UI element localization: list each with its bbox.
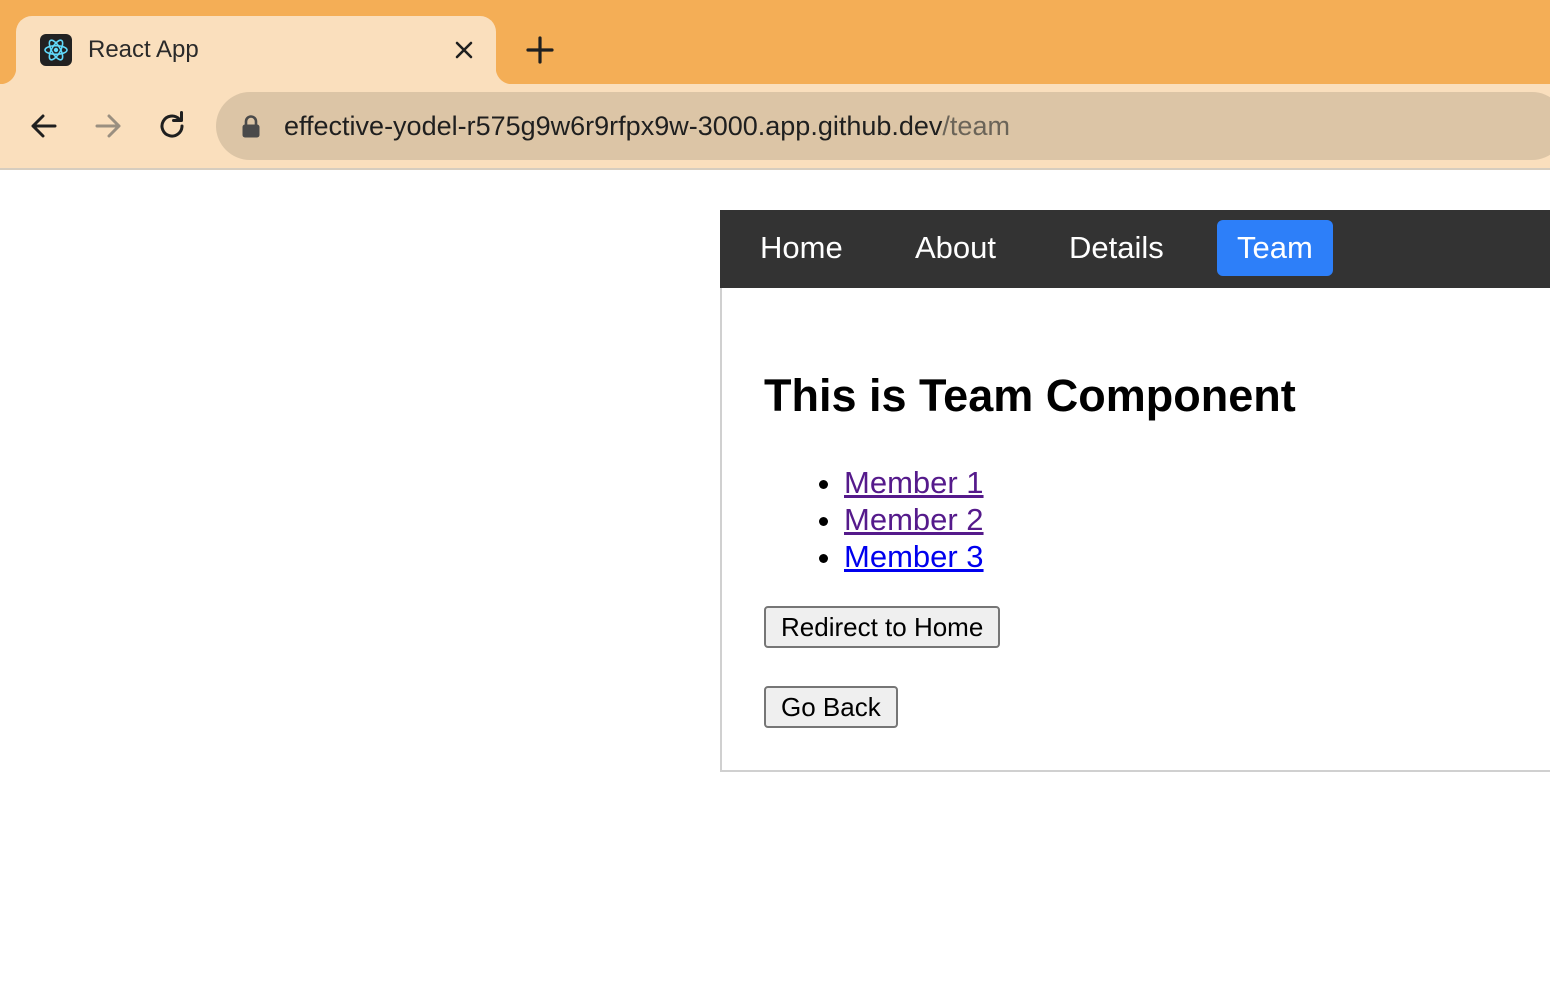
team-panel: This is Team Component Member 1 Member 2… bbox=[720, 288, 1550, 772]
nav-link-team[interactable]: Team bbox=[1217, 220, 1333, 276]
member-link-3[interactable]: Member 3 bbox=[844, 539, 984, 574]
close-icon[interactable] bbox=[450, 36, 478, 64]
url-host: effective-yodel-r575g9w6r9rfpx9w-3000.ap… bbox=[284, 111, 943, 141]
redirect-home-button[interactable]: Redirect to Home bbox=[764, 606, 1001, 648]
plus-icon[interactable] bbox=[522, 32, 558, 68]
nav-link-details[interactable]: Details bbox=[1049, 220, 1184, 276]
list-item: Member 1 bbox=[844, 464, 984, 501]
member-link-2[interactable]: Member 2 bbox=[844, 502, 984, 537]
arrow-right-icon[interactable] bbox=[86, 104, 130, 148]
app-navbar: Home About Details Team bbox=[720, 210, 1550, 288]
url-path: /team bbox=[942, 111, 1010, 141]
arrow-left-icon[interactable] bbox=[22, 104, 66, 148]
nav-link-home[interactable]: Home bbox=[740, 220, 863, 276]
member-link-1[interactable]: Member 1 bbox=[844, 465, 984, 500]
list-item: Member 2 bbox=[844, 501, 984, 538]
tab-title: React App bbox=[88, 36, 199, 63]
react-logo-icon bbox=[40, 34, 72, 66]
tab-strip: React App bbox=[0, 0, 1550, 84]
go-back-button[interactable]: Go Back bbox=[764, 686, 898, 728]
address-bar[interactable]: effective-yodel-r575g9w6r9rfpx9w-3000.ap… bbox=[216, 92, 1550, 160]
list-item: Member 3 bbox=[844, 538, 984, 575]
member-list: Member 1 Member 2 Member 3 bbox=[844, 464, 984, 575]
browser-toolbar: effective-yodel-r575g9w6r9rfpx9w-3000.ap… bbox=[0, 84, 1550, 170]
url-text[interactable]: effective-yodel-r575g9w6r9rfpx9w-3000.ap… bbox=[284, 111, 1010, 141]
reload-icon[interactable] bbox=[150, 104, 194, 148]
browser-tab[interactable]: React App bbox=[0, 16, 512, 84]
lock-icon[interactable] bbox=[240, 114, 262, 138]
nav-link-about[interactable]: About bbox=[895, 220, 1016, 276]
page-title: This is Team Component bbox=[764, 370, 1296, 421]
